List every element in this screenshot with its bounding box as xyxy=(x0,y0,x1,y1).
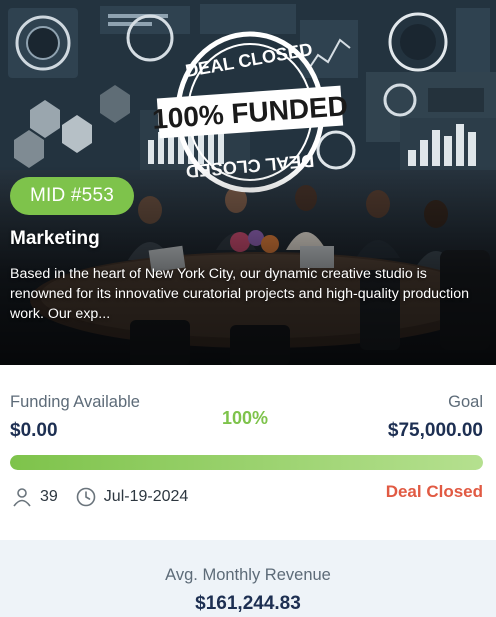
funded-percent: 100% xyxy=(222,408,269,428)
avg-monthly-revenue-value: $161,244.83 xyxy=(195,593,301,614)
deal-meta: 39 Jul-19-2024 xyxy=(10,485,188,509)
deal-date: Jul-19-2024 xyxy=(103,488,189,505)
clock-icon xyxy=(76,487,96,507)
mid-badge: MID #553 xyxy=(10,177,134,215)
deal-description: Based in the heart of New York City, our… xyxy=(10,266,469,322)
funding-progress-fill xyxy=(10,455,483,470)
avg-monthly-revenue-label: Avg. Monthly Revenue xyxy=(165,566,331,584)
revenue-panel: Avg. Monthly Revenue $161,244.83 xyxy=(0,540,496,617)
stamp-top-text: DEAL CLOSED xyxy=(184,39,314,81)
deal-card[interactable]: DEAL CLOSED 100% FUNDED DEAL CLOSED MID … xyxy=(0,0,496,617)
goal-label: Goal xyxy=(448,393,483,411)
deal-title[interactable]: Marketing xyxy=(10,228,100,250)
funding-progress-bar xyxy=(10,455,483,470)
goal-value: $75,000.00 xyxy=(387,420,483,441)
person-icon xyxy=(13,488,31,507)
deal-status: Deal Closed xyxy=(385,482,483,501)
funding-available-value: $0.00 xyxy=(10,420,58,441)
funding-available-label: Funding Available xyxy=(10,393,140,411)
investor-count: 39 xyxy=(40,488,58,505)
hero-image: DEAL CLOSED 100% FUNDED DEAL CLOSED MID … xyxy=(0,0,496,365)
